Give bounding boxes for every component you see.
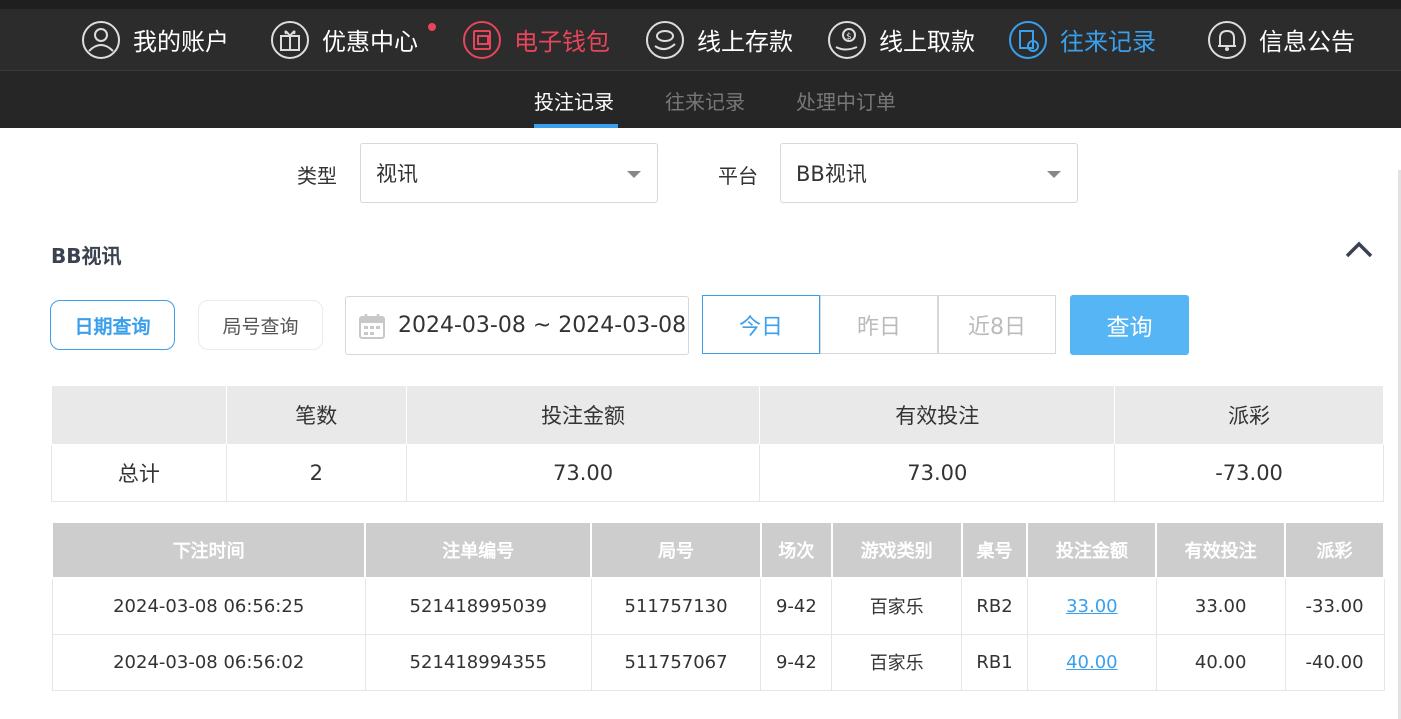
summary-header: 有效投注 — [759, 385, 1116, 445]
chevron-down-icon — [1047, 171, 1061, 178]
section-title: BB视讯 — [51, 244, 122, 268]
nav-label: 线上取款 — [879, 28, 975, 56]
date-range-value: 2024-03-08 ~ 2024-03-08 — [398, 313, 687, 338]
bet-amount-link[interactable]: 40.00 — [1066, 652, 1118, 673]
summary-row: 总计 2 73.00 73.00 -73.00 — [51, 444, 1384, 502]
calendar-icon — [358, 312, 386, 340]
payout: -33.00 — [1284, 577, 1385, 635]
nav-label: 电子钱包 — [514, 28, 610, 56]
bet-time: 2024-03-08 06:56:02 — [51, 633, 366, 691]
wallet-icon — [462, 20, 502, 60]
nav-item-promotions[interactable]: 优惠中心 — [270, 9, 418, 70]
summary-payout: -73.00 — [1114, 444, 1384, 502]
valid-bet: 40.00 — [1155, 633, 1286, 691]
gift-icon — [270, 20, 310, 60]
round-number: 511757130 — [590, 577, 762, 635]
tab-transaction-records[interactable]: 往来记录 — [665, 71, 745, 129]
round-number: 511757067 — [590, 633, 762, 691]
summary-header — [51, 385, 227, 445]
top-strip — [0, 0, 1401, 9]
detail-header: 派彩 — [1284, 521, 1385, 579]
platform-select[interactable]: BB视讯 — [780, 143, 1078, 203]
nav-label: 信息公告 — [1259, 28, 1355, 56]
order-number: 521418995039 — [364, 577, 592, 635]
chevron-up-icon[interactable] — [1344, 238, 1374, 262]
summary-header: 笔数 — [225, 385, 407, 445]
last-8-days-button[interactable]: 近8日 — [938, 295, 1056, 354]
table-number: RB2 — [961, 577, 1028, 635]
date-query-button[interactable]: 日期查询 — [50, 300, 175, 350]
main-nav: 我的账户 优惠中心 电子钱包 线上存款 $ 线上取款 往来记录 信息公告 — [0, 9, 1401, 70]
round-query-button[interactable]: 局号查询 — [198, 300, 323, 350]
nav-item-wallet[interactable]: 电子钱包 — [462, 9, 610, 70]
svg-text:$: $ — [846, 32, 852, 42]
tab-pending-orders[interactable]: 处理中订单 — [796, 71, 896, 129]
table-row: 2024-03-08 06:56:02 521418994355 5117570… — [51, 633, 1385, 691]
summary-valid: 73.00 — [759, 444, 1116, 502]
deposit-icon — [645, 20, 685, 60]
records-icon — [1008, 20, 1048, 60]
summary-table: 笔数 投注金额 有效投注 派彩 总计 2 73.00 73.00 -73.00 — [51, 385, 1384, 502]
bet-amount-cell: 40.00 — [1026, 633, 1157, 691]
detail-header: 有效投注 — [1155, 521, 1287, 579]
nav-item-deposit[interactable]: 线上存款 — [645, 9, 793, 70]
detail-header: 下注时间 — [50, 521, 367, 579]
bet-amount-cell: 33.00 — [1026, 577, 1157, 635]
summary-header: 投注金额 — [405, 385, 761, 445]
summary-total-label: 总计 — [51, 444, 227, 502]
order-number: 521418994355 — [364, 633, 592, 691]
detail-header: 桌号 — [960, 521, 1029, 579]
type-label: 类型 — [297, 164, 337, 188]
detail-header: 游戏类别 — [830, 521, 963, 579]
detail-header: 投注金额 — [1026, 521, 1158, 579]
date-range-picker[interactable]: 2024-03-08 ~ 2024-03-08 — [345, 296, 689, 355]
payout: -40.00 — [1284, 633, 1385, 691]
session: 9-42 — [760, 633, 833, 691]
game-type: 百家乐 — [831, 577, 963, 635]
detail-table: 下注时间 注单编号 局号 场次 游戏类别 桌号 投注金额 有效投注 派彩 202… — [50, 521, 1385, 691]
nav-item-records[interactable]: 往来记录 — [1008, 9, 1156, 70]
nav-item-my-account[interactable]: 我的账户 — [81, 9, 229, 70]
summary-count: 2 — [225, 444, 407, 502]
session: 9-42 — [760, 577, 833, 635]
yesterday-button[interactable]: 昨日 — [820, 295, 938, 354]
sub-nav: 投注记录 往来记录 处理中订单 — [0, 70, 1401, 128]
today-button[interactable]: 今日 — [702, 295, 820, 354]
summary-header: 派彩 — [1114, 385, 1384, 445]
detail-header: 注单编号 — [364, 521, 593, 579]
bell-icon — [1207, 20, 1247, 60]
type-select-value: 视讯 — [376, 162, 418, 186]
bet-time: 2024-03-08 06:56:25 — [51, 577, 366, 635]
summary-bet: 73.00 — [405, 444, 761, 502]
chevron-down-icon — [627, 171, 641, 178]
table-row: 2024-03-08 06:56:25 521418995039 5117571… — [51, 577, 1385, 635]
game-type: 百家乐 — [831, 633, 963, 691]
nav-item-withdraw[interactable]: $ 线上取款 — [827, 9, 975, 70]
detail-header: 局号 — [590, 521, 762, 579]
tab-bet-records[interactable]: 投注记录 — [534, 71, 614, 129]
nav-label: 往来记录 — [1060, 28, 1156, 56]
nav-item-announcements[interactable]: 信息公告 — [1207, 9, 1355, 70]
table-number: RB1 — [961, 633, 1028, 691]
platform-label: 平台 — [718, 164, 758, 188]
type-select[interactable]: 视讯 — [360, 143, 658, 203]
notification-dot — [428, 23, 436, 31]
nav-label: 我的账户 — [133, 28, 229, 56]
nav-label: 线上存款 — [697, 28, 793, 56]
user-icon — [81, 20, 121, 60]
nav-label: 优惠中心 — [322, 28, 418, 56]
query-button[interactable]: 查询 — [1070, 295, 1189, 355]
platform-select-value: BB视讯 — [796, 162, 867, 186]
withdraw-icon: $ — [827, 20, 867, 60]
detail-header: 场次 — [759, 521, 833, 579]
bet-amount-link[interactable]: 33.00 — [1066, 596, 1118, 617]
active-tab-indicator — [534, 124, 618, 128]
valid-bet: 33.00 — [1155, 577, 1286, 635]
